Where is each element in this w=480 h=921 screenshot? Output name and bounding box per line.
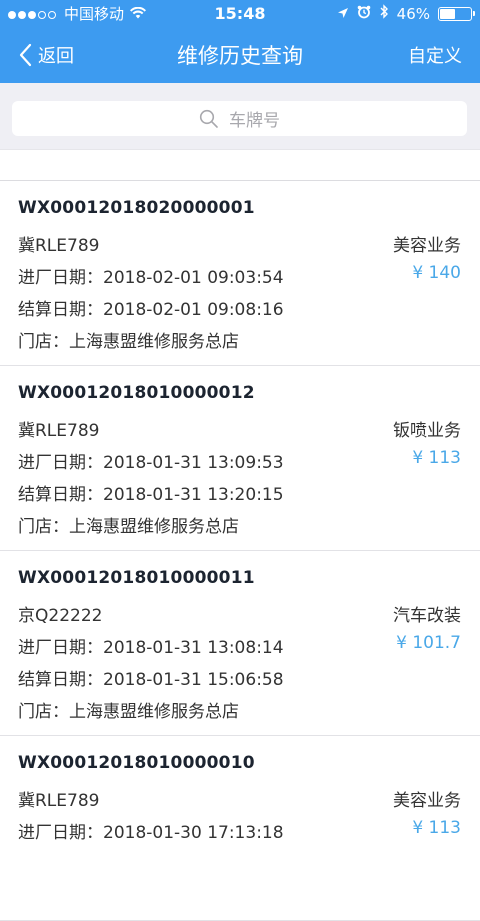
plate-number: 京Q22222 — [18, 606, 103, 626]
store-value: 上海惠盟维修服务总店 — [69, 332, 239, 352]
settle-date-value: 2018-02-01 09:08:16 — [103, 300, 284, 320]
plate-number: 冀RLE789 — [18, 791, 100, 811]
settle-date-value: 2018-01-31 15:06:58 — [103, 670, 284, 690]
service-type: 钣喷业务 — [393, 421, 461, 441]
in-date-value: 2018-01-31 13:08:14 — [103, 638, 284, 658]
alarm-clock-icon — [357, 5, 371, 23]
in-date-value: 2018-01-31 13:09:53 — [103, 453, 284, 473]
in-date-label: 进厂日期： — [18, 638, 103, 658]
customize-button[interactable]: 自定义 — [408, 27, 462, 83]
repair-record-list: WX00012018020000001 冀RLE789 美容业务 ¥ 140 进… — [0, 181, 480, 921]
record-price: ¥ 101.7 — [396, 633, 461, 653]
order-number: WX00012018010000010 — [18, 753, 255, 773]
store-label: 门店： — [18, 517, 69, 537]
store-row: 门店：上海惠盟维修服务总店 — [18, 327, 239, 352]
repair-record-item[interactable]: WX00012018010000010 冀RLE789 美容业务 ¥ 113 进… — [0, 736, 480, 921]
spacer — [0, 149, 480, 182]
store-row: 门店：上海惠盟维修服务总店 — [18, 512, 239, 537]
in-date-label: 进厂日期： — [18, 453, 103, 473]
plate-number: 冀RLE789 — [18, 421, 100, 441]
in-date-label: 进厂日期： — [18, 823, 103, 843]
store-label: 门店： — [18, 332, 69, 352]
service-type: 汽车改装 — [393, 606, 461, 626]
search-placeholder: 车牌号 — [229, 111, 280, 131]
record-price: ¥ 140 — [412, 263, 461, 283]
order-number: WX00012018020000001 — [18, 198, 255, 218]
status-bar: 中国移动 15:48 46% — [0, 0, 480, 27]
plate-number: 冀RLE789 — [18, 236, 100, 256]
in-date-row: 进厂日期：2018-02-01 09:03:54 — [18, 263, 284, 288]
settle-date-row: 结算日期：2018-02-01 09:08:16 — [18, 295, 284, 320]
settle-date-value: 2018-01-31 13:20:15 — [103, 485, 284, 505]
back-label: 返回 — [38, 46, 74, 67]
settle-date-label: 结算日期： — [18, 300, 103, 320]
settle-date-row: 结算日期：2018-01-31 13:20:15 — [18, 480, 284, 505]
location-arrow-icon — [337, 5, 349, 23]
repair-record-item[interactable]: WX00012018020000001 冀RLE789 美容业务 ¥ 140 进… — [0, 181, 480, 366]
page-title: 维修历史查询 — [177, 44, 303, 68]
status-right: 46% — [337, 4, 475, 23]
order-number: WX00012018010000012 — [18, 383, 255, 403]
settle-date-label: 结算日期： — [18, 485, 103, 505]
bluetooth-icon — [379, 4, 389, 23]
repair-record-item[interactable]: WX00012018010000011 京Q22222 汽车改装 ¥ 101.7… — [0, 551, 480, 736]
record-price: ¥ 113 — [412, 818, 461, 838]
in-date-label: 进厂日期： — [18, 268, 103, 288]
chevron-left-icon — [19, 43, 32, 67]
in-date-row: 进厂日期：2018-01-30 17:13:18 — [18, 818, 284, 843]
settle-date-label: 结算日期： — [18, 670, 103, 690]
in-date-row: 进厂日期：2018-01-31 13:08:14 — [18, 633, 284, 658]
repair-record-item[interactable]: WX00012018010000012 冀RLE789 钣喷业务 ¥ 113 进… — [0, 366, 480, 551]
settle-date-row: 结算日期：2018-01-31 15:06:58 — [18, 665, 284, 690]
record-price: ¥ 113 — [412, 448, 461, 468]
back-button[interactable]: 返回 — [18, 27, 74, 83]
wifi-icon — [130, 5, 147, 23]
battery-icon — [438, 6, 475, 21]
store-label: 门店： — [18, 702, 69, 722]
order-number: WX00012018010000011 — [18, 568, 255, 588]
service-type: 美容业务 — [393, 791, 461, 811]
store-value: 上海惠盟维修服务总店 — [69, 517, 239, 537]
battery-percent: 46% — [396, 4, 430, 23]
store-row: 门店：上海惠盟维修服务总店 — [18, 697, 239, 722]
status-left: 中国移动 — [8, 3, 337, 24]
search-icon — [199, 109, 218, 128]
in-date-value: 2018-01-30 17:13:18 — [103, 823, 284, 843]
service-type: 美容业务 — [393, 236, 461, 256]
carrier-name: 中国移动 — [64, 5, 125, 23]
plate-search-input[interactable]: 车牌号 — [12, 101, 467, 136]
in-date-value: 2018-02-01 09:03:54 — [103, 268, 284, 288]
navigation-bar: 返回 维修历史查询 自定义 — [0, 27, 480, 83]
store-value: 上海惠盟维修服务总店 — [69, 702, 239, 722]
in-date-row: 进厂日期：2018-01-31 13:09:53 — [18, 448, 284, 473]
signal-strength-icon — [8, 5, 58, 23]
search-bar-container: 车牌号 — [0, 83, 480, 149]
